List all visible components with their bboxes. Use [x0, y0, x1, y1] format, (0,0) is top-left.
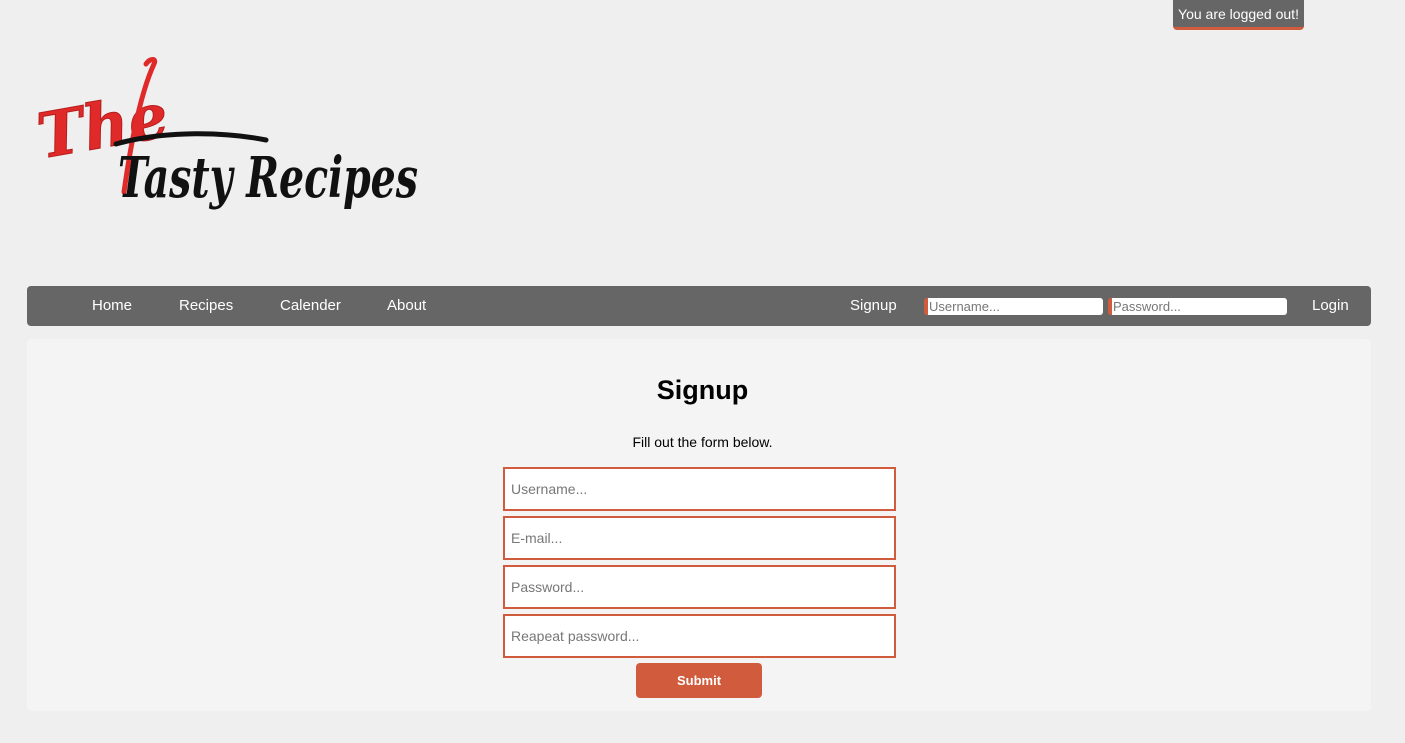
- page: You are logged out! The Tasty Recipes Ho…: [0, 0, 1405, 743]
- signup-username-field[interactable]: [503, 467, 896, 511]
- page-title: Signup: [656, 375, 749, 405]
- form-instructions: Fill out the form below.: [632, 434, 773, 450]
- logged-out-notice: You are logged out!: [1173, 0, 1304, 30]
- logo-graphic: The Tasty Recipes: [36, 57, 418, 211]
- nav-username-input[interactable]: [924, 298, 1103, 315]
- nav-about-link[interactable]: About: [387, 286, 426, 326]
- signup-repeat-password-field[interactable]: [503, 614, 896, 658]
- main-navigation: Home Recipes Calender About Signup Login: [27, 286, 1371, 326]
- site-logo[interactable]: The Tasty Recipes: [36, 52, 426, 232]
- nav-recipes-link[interactable]: Recipes: [179, 286, 233, 326]
- nav-calender-link[interactable]: Calender: [280, 286, 341, 326]
- nav-password-input[interactable]: [1108, 298, 1287, 315]
- signup-email-field[interactable]: [503, 516, 896, 560]
- signup-password-field[interactable]: [503, 565, 896, 609]
- nav-home-link[interactable]: Home: [92, 286, 132, 326]
- submit-button[interactable]: Submit: [636, 663, 762, 698]
- nav-login-link[interactable]: Login: [1312, 286, 1349, 326]
- logo-main-text: Tasty Recipes: [118, 145, 418, 211]
- nav-signup-link[interactable]: Signup: [850, 286, 897, 326]
